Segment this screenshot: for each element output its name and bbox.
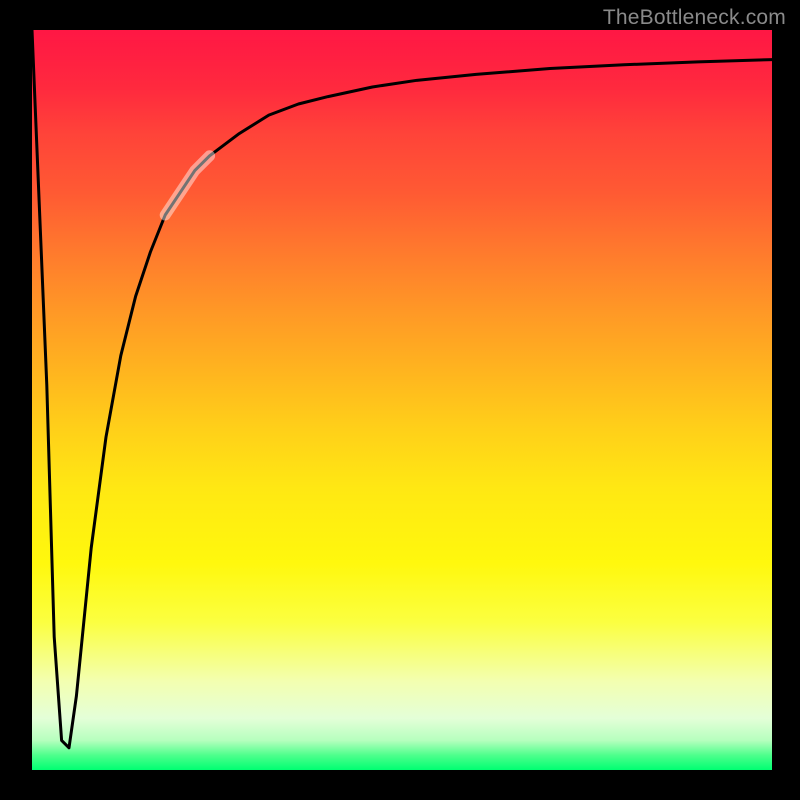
chart-svg xyxy=(32,30,772,770)
bottleneck-curve-path xyxy=(32,30,772,748)
watermark-text: TheBottleneck.com xyxy=(603,6,786,30)
highlight-segment xyxy=(165,156,209,215)
chart-frame: TheBottleneck.com xyxy=(0,0,800,800)
plot-area xyxy=(32,30,772,770)
